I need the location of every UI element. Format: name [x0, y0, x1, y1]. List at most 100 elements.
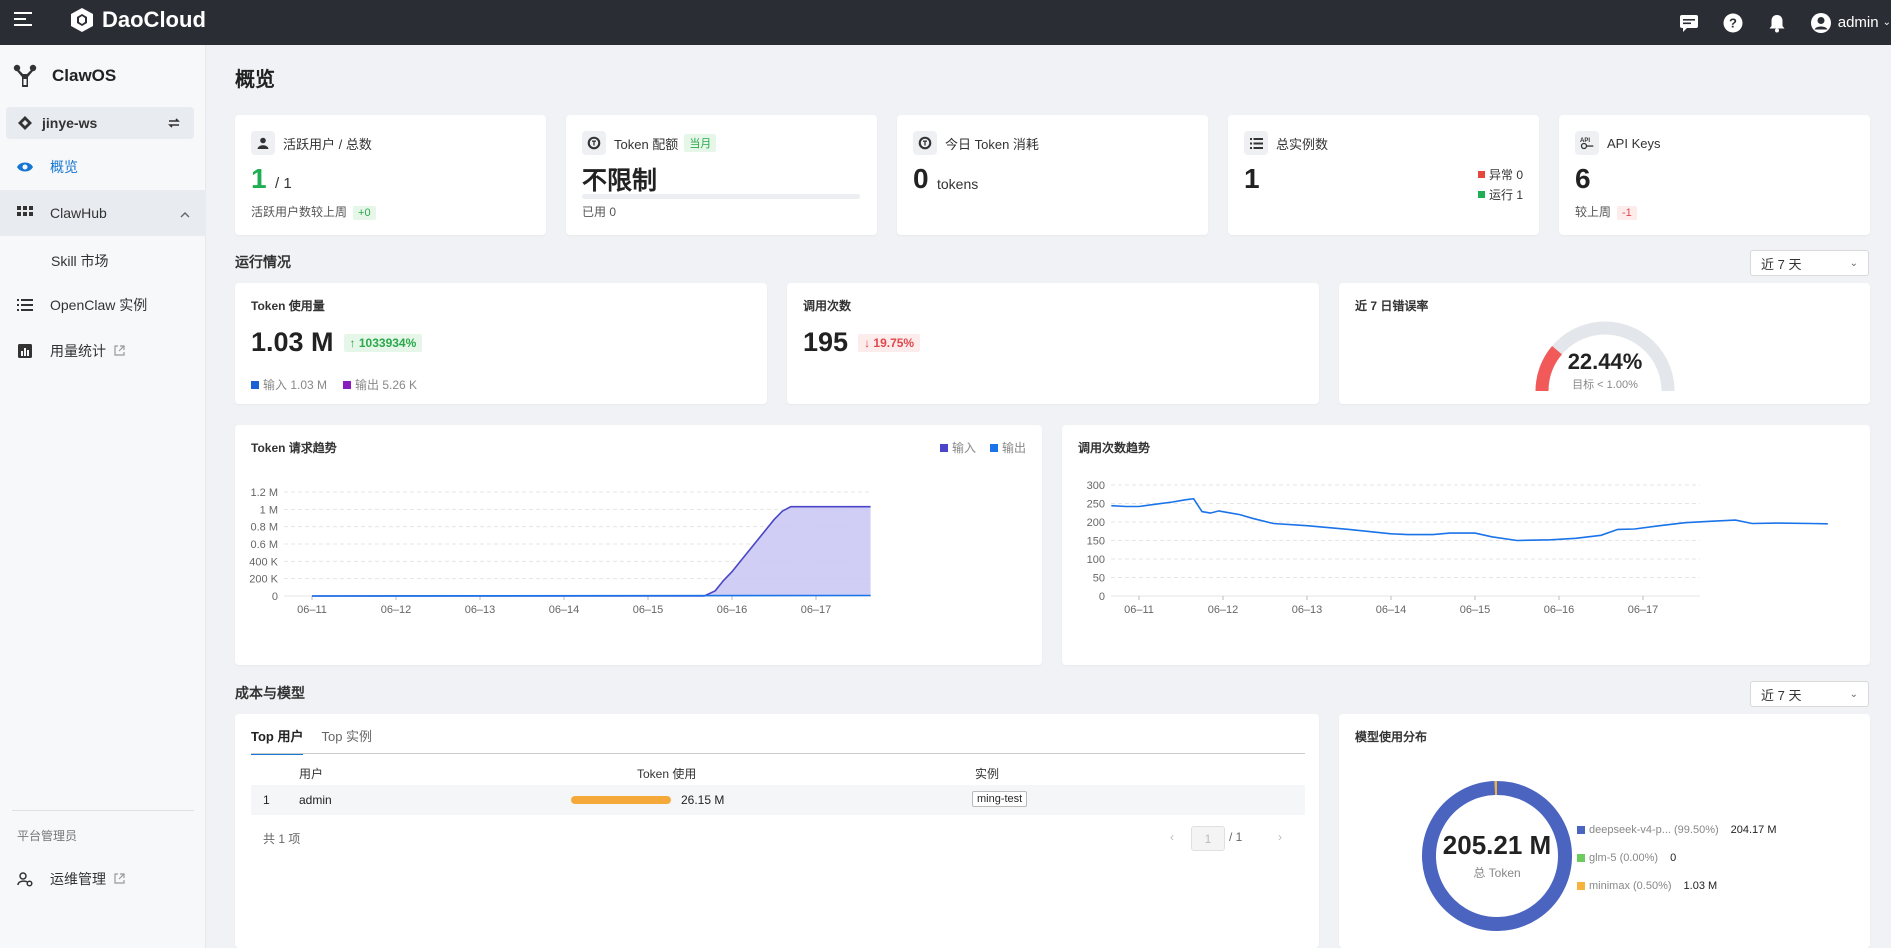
nav-ops[interactable]: 运维管理 — [0, 856, 206, 902]
y-tick-label: 0 — [272, 591, 278, 603]
nav-instances-label: OpenClaw 实例 — [50, 297, 148, 313]
token-usage-row: 1.03 M ↑ 1033934% — [251, 327, 423, 358]
token-quota-card: Token 配额 当月 不限制 已用 0 — [566, 115, 877, 235]
api-keys-value: 6 — [1575, 163, 1591, 194]
switch-icon[interactable] — [166, 115, 182, 131]
x-tick-label: 06–16 — [1544, 604, 1575, 616]
ops-range-select[interactable]: 近 7 天 ⌄ — [1750, 250, 1869, 276]
nav-ops-label: 运维管理 — [50, 871, 106, 887]
y-tick-label: 100 — [1087, 554, 1105, 566]
x-tick-label: 06–15 — [1460, 604, 1491, 616]
model-legend-item: deepseek-v4-p... (99.50%) 204.17 M — [1577, 824, 1777, 836]
svg-text:?: ? — [1729, 15, 1737, 30]
tab-top-instances[interactable]: Top 实例 — [321, 726, 372, 755]
series-line-0 — [1111, 497, 1828, 542]
token-quota-label: Token 配额 — [614, 136, 679, 152]
username[interactable]: admin — [1838, 14, 1879, 31]
tab-top-users[interactable]: Top 用户 — [251, 726, 304, 755]
table-total: 共 1 项 — [263, 832, 301, 846]
cost-section-title: 成本与模型 — [235, 685, 305, 701]
y-tick-label: 250 — [1087, 499, 1105, 511]
x-tick-label: 06–15 — [633, 604, 664, 616]
cost-range-select[interactable]: 近 7 天 ⌄ — [1750, 681, 1869, 707]
today-token-unit: tokens — [937, 176, 979, 192]
instances-value: 1 — [1244, 163, 1260, 194]
nav-clawhub[interactable]: ClawHub — [0, 190, 206, 236]
model-total: 205.21 M — [1442, 830, 1552, 860]
col-instance: 实例 — [975, 767, 1000, 781]
model-total-label: 总 Token — [1473, 866, 1521, 880]
chevron-up-icon[interactable] — [180, 205, 190, 221]
top-actions: ? admin ⌄ — [1678, 0, 1891, 45]
apps-grid-icon — [16, 204, 34, 222]
y-tick-label: 0.6 M — [250, 539, 278, 551]
x-tick-label: 06–11 — [297, 604, 327, 616]
nav-usage[interactable]: 用量统计 — [0, 328, 206, 374]
top-tabs: Top 用户 Top 实例 — [251, 726, 390, 755]
error-rate-value: 22.44% — [1567, 349, 1643, 374]
token-quota-tag: 当月 — [684, 134, 717, 152]
workspace-switcher[interactable]: jinye-ws — [6, 107, 194, 139]
page-count: / 1 — [1229, 830, 1243, 844]
avatar-icon[interactable] — [1810, 12, 1832, 34]
nav-skill-market[interactable]: Skill 市场 — [51, 251, 109, 271]
table-row[interactable]: 1 admin 26.15 M ming-test — [251, 785, 1305, 815]
token-usage-card: Token 使用量 1.03 M ↑ 1033934% 输入 1.03 M 输出… — [235, 283, 767, 404]
y-tick-label: 0.8 M — [250, 522, 278, 534]
brand-logo[interactable]: DaoCloud — [68, 6, 206, 34]
message-icon[interactable] — [1678, 12, 1700, 34]
y-tick-label: 300 — [1087, 480, 1105, 492]
x-tick-label: 06–11 — [1124, 604, 1154, 616]
token-usage-label: Token 使用量 — [251, 299, 325, 313]
bell-icon[interactable] — [1766, 12, 1788, 34]
app-title: ClawOS — [12, 63, 116, 89]
row-rank: 1 — [263, 793, 270, 807]
y-tick-label: 0 — [1099, 591, 1105, 603]
y-tick-label: 1 M — [260, 504, 278, 516]
sidebar-divider — [12, 810, 194, 811]
model-legend-item: glm-5 (0.00%) 0 — [1577, 852, 1676, 864]
x-tick-label: 06–12 — [381, 604, 412, 616]
y-tick-label: 1.2 M — [250, 487, 278, 499]
menu-icon[interactable] — [14, 12, 32, 30]
nav-instances[interactable]: OpenClaw 实例 — [0, 282, 206, 328]
bar-chart-icon — [16, 342, 34, 360]
list-icon — [16, 296, 34, 314]
api-key-icon: API — [1575, 131, 1599, 155]
today-token-value: 0 — [913, 163, 929, 194]
eye-icon — [16, 158, 34, 176]
page-title: 概览 — [235, 69, 275, 91]
token-trend-chart: 0 200 K 400 K 0.6 M 0.8 M 1 M 1.2 M 06–11 06–12 0… — [249, 487, 871, 616]
model-dist-card: 模型使用分布 205.21 M 总 Token deepseek-v4-p...… — [1339, 714, 1870, 948]
chevron-down-icon[interactable]: ⌄ — [1883, 17, 1891, 28]
page-input[interactable]: 1 — [1191, 826, 1225, 851]
x-tick-label: 06–14 — [1376, 604, 1407, 616]
help-icon[interactable]: ? — [1722, 12, 1744, 34]
y-tick-label: 400 K — [249, 556, 278, 568]
active-users-card: 活跃用户 / 总数 1 / 1 活跃用户数较上周 +0 — [235, 115, 546, 235]
prev-page-icon[interactable]: ‹ — [1170, 830, 1174, 844]
ops-section-title: 运行情况 — [235, 254, 291, 270]
nav-overview[interactable]: 概览 — [0, 144, 206, 190]
y-tick-label: 200 K — [249, 574, 278, 586]
api-keys-card: API API Keys 6 较上周 -1 — [1559, 115, 1870, 235]
x-tick-label: 06–17 — [1628, 604, 1659, 616]
top-bar: DaoCloud ? admin ⌄ — [0, 0, 1891, 45]
next-page-icon[interactable]: › — [1278, 830, 1282, 844]
user-icon — [251, 131, 275, 155]
nav-clawhub-label: ClawHub — [50, 205, 107, 221]
call-count-value: 195 — [803, 327, 849, 357]
row-tokens: 26.15 M — [681, 793, 725, 807]
token-usage-change: ↑ 1033934% — [343, 333, 423, 352]
api-keys-compare: 较上周 -1 — [1575, 203, 1637, 220]
token-usage-value: 1.03 M — [251, 327, 334, 357]
today-token-card: 今日 Token 消耗 0 tokens — [897, 115, 1208, 235]
model-legend-item: minimax (0.50%) 1.03 M — [1577, 880, 1717, 892]
daocloud-logo-icon — [71, 8, 93, 32]
token-output-legend: 输出 5.26 K — [343, 376, 417, 393]
x-tick-label: 06–17 — [801, 604, 832, 616]
active-users-delta: +0 — [353, 206, 376, 220]
x-tick-label: 06–12 — [1208, 604, 1239, 616]
call-trend-chart: 0 50 100 150 200 250 300 06–11 06–12 06–13 06–14 06… — [1087, 480, 1828, 616]
row-instance-tag[interactable]: ming-test — [972, 791, 1028, 807]
